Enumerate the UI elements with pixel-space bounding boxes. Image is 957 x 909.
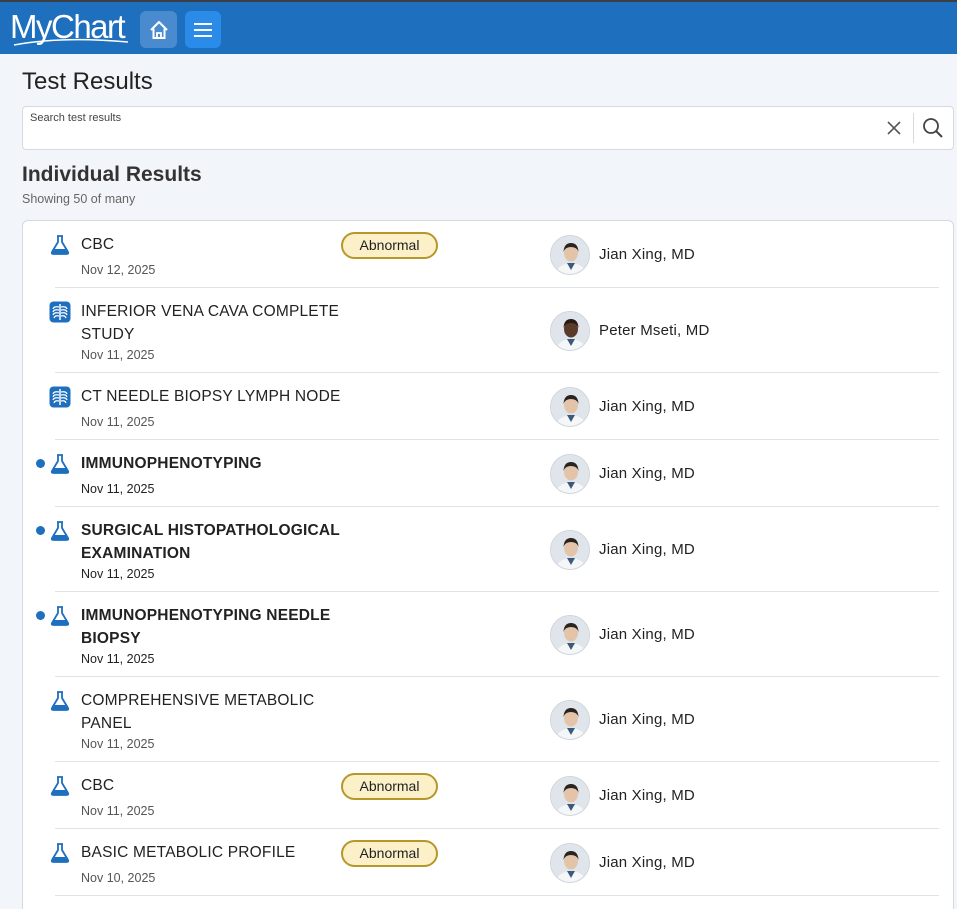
section-title: Individual Results [22, 163, 202, 186]
provider-avatar [550, 842, 590, 883]
search-input[interactable] [23, 107, 883, 149]
result-name[interactable]: BASIC METABOLIC PROFILE [81, 841, 341, 864]
result-date: Nov 11, 2025 [81, 804, 155, 818]
result-row[interactable]: CT NEEDLE BIOPSY LYMPH NODE Nov 11, 2025 J… [49, 373, 939, 440]
result-date: Nov 11, 2025 [81, 652, 155, 666]
unread-indicator-dot [36, 459, 45, 468]
provider-avatar [550, 453, 590, 494]
result-row[interactable]: CBC Nov 11, 2025 Abnormal Jian Xing, MD [50, 762, 939, 829]
result-date: Nov 11, 2025 [81, 567, 155, 581]
result-row[interactable]: INFERIOR VENA CAVA COMPLETE STUDY Nov 11,… [49, 288, 939, 373]
lab-flask-icon [49, 842, 71, 864]
result-date: Nov 11, 2025 [81, 737, 155, 751]
result-row[interactable]: BASIC METABOLIC PROFILE Nov 10, 2025 Abnor… [50, 829, 939, 896]
search-icon [923, 118, 943, 138]
provider-name: Jian Xing, MD [599, 464, 695, 482]
results-count: Showing 50 of many [22, 192, 136, 206]
unread-indicator-dot [36, 611, 45, 620]
result-row[interactable]: COMPREHENSIVE METABOLIC PANEL Nov 11, 202… [50, 677, 939, 762]
home-icon [149, 20, 168, 39]
result-date: Nov 11, 2025 [81, 482, 155, 496]
provider-avatar [550, 234, 590, 275]
result-date: Nov 12, 2025 [81, 263, 156, 277]
provider-name: Jian Xing, MD [599, 540, 695, 558]
lab-flask-icon [49, 775, 71, 797]
provider-avatar [550, 386, 590, 427]
result-row[interactable]: IMMUNOPHENOTYPING NEEDLE BIOPSY Nov 11, 2… [36, 592, 939, 677]
result-date: Nov 11, 2025 [81, 415, 155, 429]
results-list: CBC Nov 12, 2025 Abnormal Jian Xing, MD INFE… [22, 220, 954, 909]
logo-swoosh-icon [13, 38, 129, 46]
provider-name: Jian Xing, MD [599, 625, 695, 643]
result-name[interactable]: INFERIOR VENA CAVA COMPLETE STUDY [81, 300, 341, 346]
abnormal-badge: Abnormal [341, 840, 438, 867]
search-field: Search test results [22, 106, 954, 150]
close-icon [887, 121, 901, 135]
result-name[interactable]: CBC [81, 774, 341, 797]
page-title: Test Results [22, 68, 153, 95]
result-row[interactable]: CBC Nov 12, 2025 Abnormal Jian Xing, MD [50, 221, 939, 288]
abnormal-badge: Abnormal [341, 232, 438, 259]
provider-avatar [550, 529, 590, 570]
lab-flask-icon [49, 234, 71, 256]
result-name[interactable]: CT NEEDLE BIOPSY LYMPH NODE [81, 385, 341, 408]
result-name[interactable]: IMMUNOPHENOTYPING NEEDLE BIOPSY [81, 604, 341, 650]
provider-name: Jian Xing, MD [599, 710, 695, 728]
lab-flask-icon [49, 690, 71, 712]
home-button[interactable] [140, 11, 177, 48]
result-name[interactable]: CBC [81, 233, 341, 256]
result-date: Nov 10, 2025 [81, 871, 156, 885]
provider-name: Peter Mseti, MD [599, 321, 710, 339]
lab-flask-icon [49, 605, 71, 627]
provider-name: Jian Xing, MD [599, 245, 695, 263]
imaging-ribcage-icon [49, 301, 71, 323]
unread-indicator-dot [36, 526, 45, 535]
provider-avatar [550, 775, 590, 816]
provider-avatar [550, 310, 590, 351]
imaging-ribcage-icon [49, 386, 71, 408]
provider-avatar [550, 614, 590, 655]
provider-name: Jian Xing, MD [599, 786, 695, 804]
result-date: Nov 11, 2025 [81, 348, 155, 362]
result-name[interactable]: SURGICAL HISTOPATHOLOGICAL EXAMINATION [81, 519, 341, 565]
provider-avatar [550, 699, 590, 740]
hamburger-menu-icon [194, 22, 212, 37]
search-divider [913, 113, 914, 143]
top-nav-bar: MyChart [0, 0, 957, 54]
clear-search-button[interactable] [883, 117, 905, 139]
provider-name: Jian Xing, MD [599, 853, 695, 871]
result-row[interactable]: IMMUNOPHENOTYPING Nov 11, 2025 Jian Xing, … [36, 440, 939, 507]
main-menu-button[interactable] [185, 11, 221, 48]
abnormal-badge: Abnormal [341, 773, 438, 800]
lab-flask-icon [49, 453, 71, 475]
result-name[interactable]: COMPREHENSIVE METABOLIC PANEL [81, 689, 341, 735]
result-row[interactable]: SURGICAL HISTOPATHOLOGICAL EXAMINATION No… [36, 507, 939, 592]
search-button[interactable] [920, 115, 946, 141]
provider-name: Jian Xing, MD [599, 397, 695, 415]
result-name[interactable]: IMMUNOPHENOTYPING [81, 452, 341, 475]
lab-flask-icon [49, 520, 71, 542]
